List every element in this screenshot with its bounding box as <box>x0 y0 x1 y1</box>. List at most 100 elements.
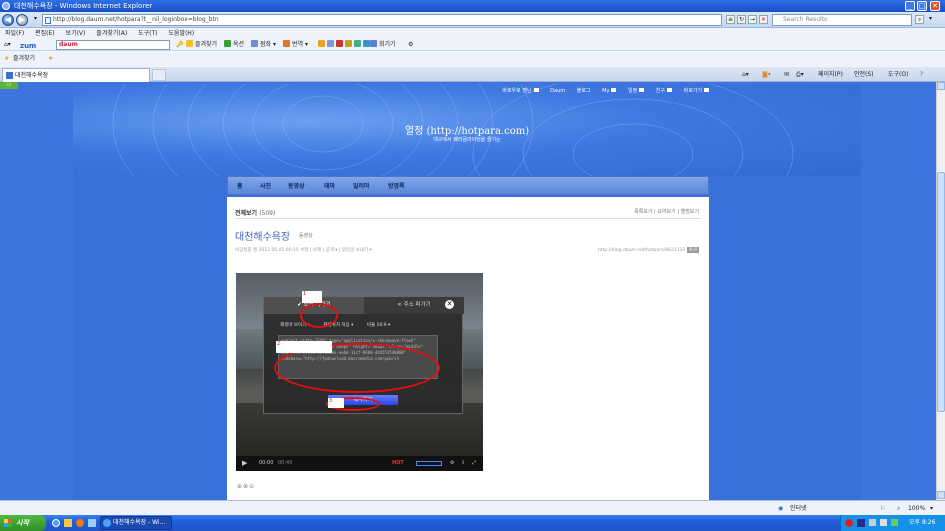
menu-favorites[interactable]: 즐겨찾기(A) <box>96 30 127 37</box>
page-corner-badge[interactable]: ▭ <box>0 82 18 89</box>
menu-tools[interactable]: 도구(T) <box>138 30 157 37</box>
close-window-button[interactable]: ✕ <box>930 1 940 11</box>
page-menu[interactable]: 페이지(P) <box>818 67 843 82</box>
forward-button[interactable]: ▶ <box>16 14 28 26</box>
windows-flag-icon <box>4 519 12 527</box>
add-favorite-icon[interactable]: ★ <box>48 51 53 67</box>
menu-view[interactable]: 보기(V) <box>66 30 86 37</box>
tool-icon-4 <box>345 40 352 47</box>
tray-clock[interactable]: 오후 8:26 <box>909 515 935 531</box>
search-options-icon[interactable]: ▾ <box>926 15 935 24</box>
maximize-button[interactable]: □ <box>917 1 927 11</box>
toolbar-item-3[interactable]: 점좌 ▾ <box>251 39 276 51</box>
safety-menu[interactable]: 안전(S) <box>854 67 874 82</box>
post-url-text[interactable]: http://blog.daum.net/hotpara/8621133 <box>598 248 685 253</box>
vertical-scrollbar[interactable] <box>936 82 945 500</box>
quicklaunch-media-icon[interactable] <box>76 519 84 527</box>
compat-view-icon[interactable]: ≡ <box>726 15 735 24</box>
stop-icon[interactable]: ✕ <box>759 15 768 24</box>
topnav-item-1[interactable]: 바로우로 멤닌 <box>502 88 538 94</box>
menu-help[interactable]: 도움말(H) <box>168 30 194 37</box>
post-category[interactable]: 동영상 <box>299 232 313 239</box>
start-button[interactable]: 시작 <box>0 515 46 531</box>
taskbar-ie-window[interactable]: 대천해수욕장 - Wi... <box>100 516 172 530</box>
tray-volume-icon[interactable] <box>880 519 887 526</box>
blog-title[interactable]: 열정 (http://hotpara.com) <box>73 122 861 137</box>
settings-icon[interactable]: ⚙ <box>450 456 454 471</box>
help-menu[interactable]: ? <box>920 67 923 82</box>
video-player[interactable]: ✔ 소스 퍼가기 ∞ 주소 퍼가기 재생바 보이기 ▾ 재생위치 처음 ▾ 비율… <box>236 273 483 471</box>
topnav-item-4[interactable]: My <box>602 88 616 94</box>
mail-icon[interactable]: ✉ <box>784 67 789 82</box>
play-icon[interactable]: ▶ <box>242 456 247 471</box>
go-icon[interactable]: → <box>748 15 757 24</box>
fullscreen-icon[interactable]: ⤢ <box>472 456 476 471</box>
tray-flag-icon[interactable] <box>845 519 853 527</box>
zone-label: 인터넷 <box>790 505 807 512</box>
zum-search-input[interactable]: daum <box>56 40 170 50</box>
share-icon[interactable]: ⇪ <box>461 456 465 471</box>
scroll-up-arrow[interactable] <box>937 82 945 90</box>
back-button[interactable]: ◀ <box>2 14 14 26</box>
nav-video[interactable]: 동영상 <box>288 177 305 196</box>
toolbar-auction[interactable]: 옥션 <box>224 39 244 51</box>
nav-ilma[interactable]: 일러마 <box>353 177 370 196</box>
nav-theme[interactable]: 테마 <box>324 177 335 196</box>
toolbar-key-icon[interactable]: 🔑 <box>176 39 183 51</box>
toolbar-item-5[interactable]: 회기기 <box>370 39 396 51</box>
tray-security-icon[interactable] <box>891 519 898 526</box>
post-title[interactable]: 대천해수욕장 <box>235 228 290 243</box>
topnav-item-6[interactable]: 친구 <box>656 88 672 94</box>
search-input[interactable]: Search Resulto <box>772 14 912 26</box>
nav-guestbook[interactable]: 방명록 <box>388 177 405 196</box>
menu-file[interactable]: 파일(F) <box>5 30 24 37</box>
hot-badge[interactable]: HOT <box>392 456 404 471</box>
new-tab-button[interactable] <box>152 69 166 81</box>
topnav-item-3[interactable]: 블로그 <box>577 88 591 94</box>
zoom-level[interactable]: 100% <box>908 501 925 516</box>
history-dropdown-icon[interactable]: ▾ <box>31 15 40 24</box>
favorites-label[interactable]: 즐겨찾기 <box>13 51 35 67</box>
topnav-item-2[interactable]: Daum <box>550 88 565 94</box>
nav-home[interactable]: 홈 <box>237 177 243 196</box>
topnav-item-7[interactable]: 바로가기 <box>684 88 709 94</box>
section-title[interactable]: 전체보기 <box>235 210 257 217</box>
search-icon[interactable]: ⌕ <box>915 15 924 24</box>
toolbar-item-3-label: 점좌 <box>260 41 272 48</box>
protected-mode-icon[interactable]: ⚐ <box>880 501 885 516</box>
toolbar-translate[interactable]: 번역 ▾ <box>283 39 308 51</box>
quicklaunch-folder-icon[interactable] <box>64 519 72 527</box>
tools-menu[interactable]: 도구(O) <box>888 67 908 82</box>
scroll-down-arrow[interactable] <box>937 491 945 499</box>
minimize-button[interactable]: _ <box>905 1 915 11</box>
menu-edit[interactable]: 편집(E) <box>35 30 55 37</box>
print-icon[interactable]: ⎙▾ <box>796 67 804 82</box>
post-action-icons[interactable]: ⊕⊗⊖ <box>237 483 255 490</box>
toolbar-small-icons[interactable] <box>318 39 372 51</box>
topnav-item-5[interactable]: 일정 <box>628 88 644 94</box>
zoom-icon[interactable]: ⌕ <box>897 501 900 516</box>
dialog-close-icon[interactable]: ✕ <box>445 300 454 309</box>
tray-ime-icon[interactable] <box>857 519 865 527</box>
home-icon[interactable]: ⌂▾ <box>742 67 749 82</box>
favorites-star-icon[interactable]: ★ <box>4 51 9 67</box>
rss-icon[interactable]: ◙▾ <box>762 67 771 82</box>
view-mode-links[interactable]: 목록보기 | 요약보기 | 앨범보기 <box>634 208 699 215</box>
volume-slider[interactable] <box>416 461 442 466</box>
copy-url-badge[interactable]: 복사 <box>686 247 699 253</box>
quicklaunch-desktop-icon[interactable] <box>88 519 96 527</box>
toolbar-home-icon[interactable]: ⌂▾ <box>4 39 11 51</box>
address-input[interactable]: http://blog.daum.net/hotpara?t__nil_logi… <box>42 14 722 26</box>
nav-photo[interactable]: 사진 <box>260 177 271 196</box>
toolbar-settings-icon[interactable]: ⚙ <box>408 39 413 51</box>
auction-icon <box>224 40 231 47</box>
tray-network-icon[interactable] <box>869 519 876 526</box>
toolbar-favorites[interactable]: 즐겨찾기 <box>186 39 217 51</box>
refresh-icon[interactable]: ↻ <box>737 15 746 24</box>
option-ratio[interactable]: 비율 16:9 ▾ <box>367 323 391 328</box>
quicklaunch-ie-icon[interactable] <box>52 519 60 527</box>
tab-active[interactable]: 대천해수욕장 <box>2 68 150 82</box>
zoom-dropdown-icon[interactable]: ▾ <box>930 501 933 516</box>
annotation-circle-1 <box>300 303 338 328</box>
scroll-thumb[interactable] <box>937 172 945 412</box>
